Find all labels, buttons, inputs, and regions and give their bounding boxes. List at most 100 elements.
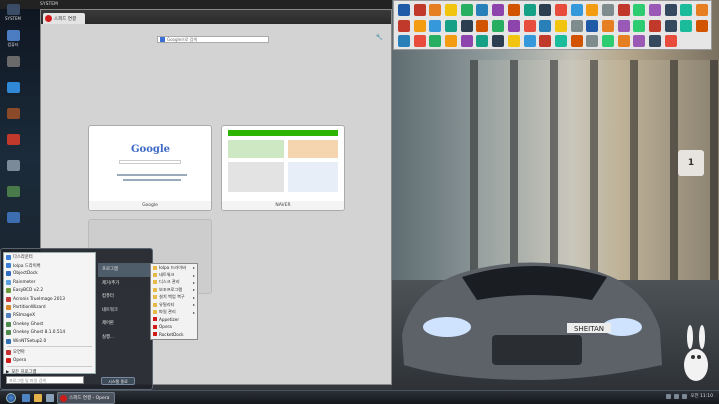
launcher-app-icon[interactable] <box>633 35 646 47</box>
launcher-app-icon[interactable] <box>413 19 426 32</box>
launcher-app-icon[interactable] <box>492 19 505 32</box>
windows-icon[interactable] <box>22 394 30 402</box>
launcher-app-icon[interactable] <box>507 35 520 47</box>
tab-speed-dial[interactable]: 스피드 연결 <box>43 13 85 24</box>
launcher-app-icon[interactable] <box>523 35 536 47</box>
launcher-app-icon[interactable] <box>617 19 630 32</box>
launcher-app-icon[interactable] <box>633 19 646 32</box>
submenu-item[interactable]: 네트워크 ▸ <box>151 271 197 278</box>
submenu-item[interactable]: RocketDock <box>151 331 197 338</box>
start-program-item[interactable]: PartitionWizard <box>4 303 95 311</box>
launcher-app-icon[interactable] <box>617 4 630 16</box>
launcher-app-icon[interactable] <box>570 35 583 47</box>
launcher-app-icon[interactable] <box>680 19 693 32</box>
launcher-app-icon[interactable] <box>476 19 489 32</box>
start-right-item[interactable]: 제거/추가 <box>98 277 152 291</box>
launcher-app-icon[interactable] <box>398 4 410 16</box>
shutdown-button[interactable]: 시스템 종료 <box>101 377 135 385</box>
launcher-app-icon[interactable] <box>696 4 709 16</box>
launcher-app-icon[interactable] <box>601 35 614 47</box>
start-program-item[interactable]: ObjectDock <box>4 270 95 278</box>
launcher-app-icon[interactable] <box>492 35 505 47</box>
clock[interactable]: 오전 11:10 <box>690 393 713 399</box>
submenu-item[interactable]: Appetizer <box>151 316 197 323</box>
start-right-item[interactable]: 네트워크 <box>98 304 152 318</box>
speed-dial-naver[interactable]: NAVER <box>221 125 345 211</box>
start-right-item[interactable]: 실행... <box>98 331 152 345</box>
start-program-item[interactable]: Acronis TrueImage 2013 <box>4 295 95 303</box>
start-program-item[interactable]: 다스라운터 <box>4 253 95 261</box>
launcher-app-icon[interactable] <box>413 4 426 16</box>
launcher-app-icon[interactable] <box>413 35 426 47</box>
launcher-app-icon[interactable] <box>539 19 552 32</box>
launcher-app-icon[interactable] <box>398 19 410 32</box>
launcher-app-icon[interactable] <box>554 19 567 32</box>
start-right-item[interactable]: 제어판 <box>98 317 152 331</box>
launcher-app-icon[interactable] <box>617 35 630 47</box>
submenu-item[interactable]: Iolpa 드라이버 ▸ <box>151 264 197 271</box>
launcher-app-icon[interactable] <box>429 19 442 32</box>
desktop-icon[interactable] <box>4 134 22 158</box>
launcher-app-icon[interactable] <box>460 4 473 16</box>
tray-icon[interactable] <box>682 393 688 399</box>
desktop-icon[interactable] <box>4 212 22 236</box>
launcher-app-icon[interactable] <box>633 4 646 16</box>
start-program-item[interactable]: Rainmeter <box>4 278 95 286</box>
launcher-app-icon[interactable] <box>429 4 442 16</box>
launcher-app-icon[interactable] <box>664 4 677 16</box>
launcher-app-icon[interactable] <box>601 19 614 32</box>
submenu-item[interactable]: 디스크 관리 ▸ <box>151 279 197 286</box>
launcher-app-icon[interactable] <box>507 4 520 16</box>
launcher-app-icon[interactable] <box>476 35 489 47</box>
launcher-app-icon[interactable] <box>586 19 599 32</box>
launcher-app-icon[interactable] <box>570 19 583 32</box>
launcher-app-icon[interactable] <box>664 35 677 47</box>
launcher-app-icon[interactable] <box>445 35 458 47</box>
launcher-app-icon[interactable] <box>460 35 473 47</box>
start-button[interactable] <box>6 393 16 403</box>
speed-dial-google[interactable]: Google Google <box>88 125 212 211</box>
start-right-item[interactable]: 프로그램 <box>98 263 152 277</box>
folder-icon[interactable] <box>34 394 42 402</box>
start-program-item[interactable]: RSImageX <box>4 312 95 320</box>
desktop-icon[interactable] <box>4 82 22 106</box>
launcher-app-icon[interactable] <box>523 19 536 32</box>
launcher-app-icon[interactable] <box>649 35 661 47</box>
desktop-icon[interactable]: 컴퓨터 <box>4 30 22 54</box>
submenu-item[interactable]: 파일 관리 ▸ <box>151 308 197 315</box>
start-program-item[interactable]: Opera <box>4 357 95 365</box>
launcher-app-icon[interactable] <box>445 4 458 16</box>
start-program-item[interactable]: Onekey Ghost <box>4 320 95 328</box>
launcher-app-icon[interactable] <box>554 35 567 47</box>
desktop-icon[interactable] <box>4 160 22 184</box>
launcher-app-icon[interactable] <box>539 4 552 16</box>
launcher-app-icon[interactable] <box>649 19 661 32</box>
launcher-app-icon[interactable] <box>586 35 599 47</box>
desktop-icon[interactable] <box>4 56 22 80</box>
submenu-item[interactable]: 유틸리티 ▸ <box>151 301 197 308</box>
launcher-app-icon[interactable] <box>664 19 677 32</box>
launcher-app-icon[interactable] <box>601 4 614 16</box>
start-program-item[interactable]: Iolpa 드라이버 <box>4 261 95 269</box>
launcher-app-icon[interactable] <box>460 19 473 32</box>
start-program-item[interactable]: Onekey Ghost 8.1.0.514 <box>4 329 95 337</box>
launcher-app-icon[interactable] <box>649 4 661 16</box>
taskbar-opera-button[interactable]: 스피드 연결 - Opera <box>57 392 115 404</box>
launcher-app-icon[interactable] <box>492 4 505 16</box>
desktop-icon[interactable]: SYSTEM <box>4 4 22 28</box>
launcher-app-icon[interactable] <box>476 4 489 16</box>
start-program-item[interactable]: 오연아 <box>4 348 95 356</box>
launcher-app-icon[interactable] <box>696 19 709 32</box>
desktop-icon[interactable] <box>4 108 22 132</box>
explorer-icon[interactable] <box>46 394 54 402</box>
launcher-app-icon[interactable] <box>523 4 536 16</box>
start-right-item[interactable]: 컴퓨터 <box>98 290 152 304</box>
launcher-app-icon[interactable] <box>680 4 693 16</box>
start-program-item[interactable]: EasyBCD v2.2 <box>4 287 95 295</box>
launcher-app-icon[interactable] <box>539 35 552 47</box>
launcher-app-icon[interactable] <box>586 4 599 16</box>
launcher-app-icon[interactable] <box>398 35 410 47</box>
launcher-app-icon[interactable] <box>429 35 442 47</box>
launcher-app-icon[interactable] <box>570 4 583 16</box>
launcher-app-icon[interactable] <box>554 4 567 16</box>
